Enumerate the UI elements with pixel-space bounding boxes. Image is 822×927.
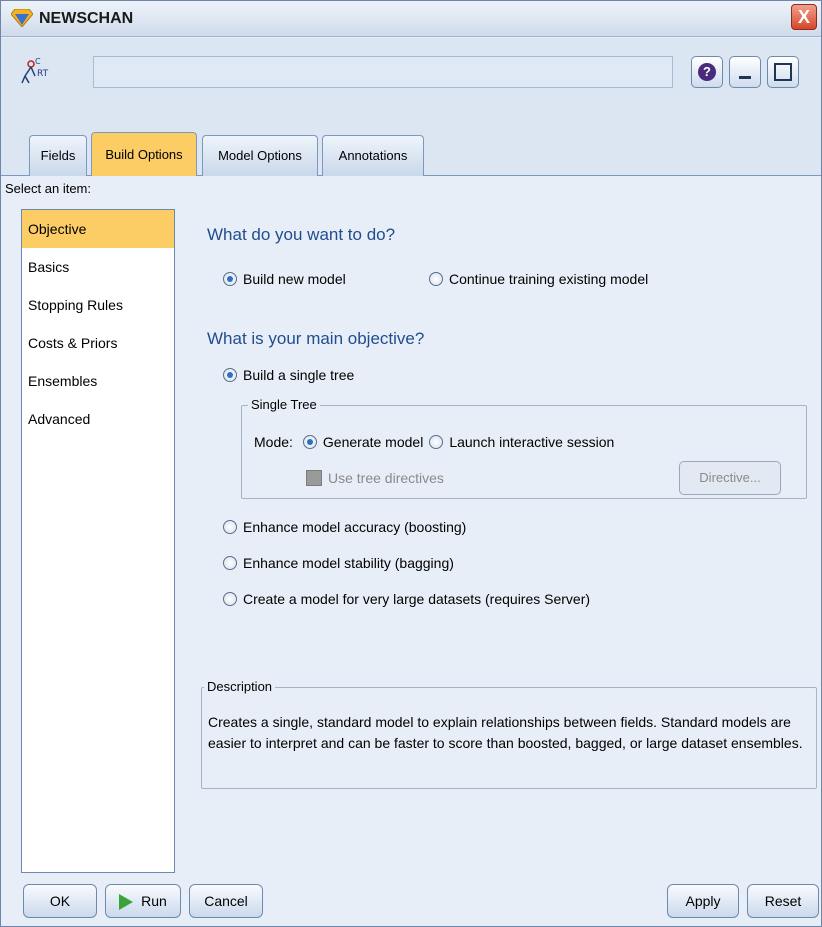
list-item-costs-priors[interactable]: Costs & Priors <box>22 324 174 362</box>
objective-panel: What do you want to do? Build new model … <box>187 209 817 873</box>
list-item-objective[interactable]: Objective <box>22 210 174 248</box>
title-bar: NEWSCHAN X <box>1 1 821 37</box>
mode-label: Mode: <box>254 434 293 450</box>
mode-row: Mode: Generate model Launch interactive … <box>254 434 614 450</box>
node-name-field[interactable] <box>93 56 673 88</box>
radio-launch-interactive[interactable] <box>429 435 444 449</box>
svg-text:RT: RT <box>37 69 49 79</box>
run-button[interactable]: Run <box>105 884 181 918</box>
radio-unselected-icon <box>429 272 443 286</box>
radio-boosting[interactable]: Enhance model accuracy (boosting) <box>223 519 466 535</box>
radio-label: Build a single tree <box>243 367 355 383</box>
apply-button[interactable]: Apply <box>667 884 739 918</box>
minimize-button[interactable] <box>729 56 761 88</box>
window-title: NEWSCHAN <box>39 10 134 27</box>
help-icon: ? <box>698 63 716 81</box>
item-list: Objective Basics Stopping Rules Costs & … <box>21 209 175 873</box>
cart-node-icon: C RT <box>21 57 49 84</box>
minimize-icon <box>739 76 751 79</box>
radio-selected-icon <box>223 368 237 382</box>
directive-button[interactable]: Directive... <box>679 461 781 495</box>
single-tree-group: Single Tree Mode: Generate model Launch … <box>241 397 807 499</box>
radio-build-new-model[interactable]: Build new model <box>223 271 346 287</box>
checkbox-icon <box>306 470 322 486</box>
radio-continue-training[interactable]: Continue training existing model <box>429 271 648 287</box>
node-header: C RT ? <box>1 38 821 130</box>
radio-label: Build new model <box>243 271 346 287</box>
maximize-button[interactable] <box>767 56 799 88</box>
heading-main-objective: What is your main objective? <box>207 329 425 348</box>
description-text: Creates a single, standard model to expl… <box>208 714 803 751</box>
tab-annotations[interactable]: Annotations <box>322 135 424 176</box>
generate-model-label[interactable]: Generate model <box>323 434 423 450</box>
dialog-window: NEWSCHAN X C RT ? Fields Build Options M… <box>0 0 822 927</box>
svg-text:C: C <box>35 57 41 66</box>
list-item-ensembles[interactable]: Ensembles <box>22 362 174 400</box>
ok-button[interactable]: OK <box>23 884 97 918</box>
description-title: Description <box>204 679 276 694</box>
launch-interactive-label[interactable]: Launch interactive session <box>449 434 614 450</box>
app-diamond-icon <box>11 9 33 27</box>
radio-label: Continue training existing model <box>449 271 649 287</box>
radio-label: Enhance model stability (bagging) <box>243 555 454 571</box>
radio-bagging[interactable]: Enhance model stability (bagging) <box>223 555 454 571</box>
close-button[interactable]: X <box>791 4 817 30</box>
radio-large-datasets[interactable]: Create a model for very large datasets (… <box>223 591 590 607</box>
tab-fields[interactable]: Fields <box>29 135 87 176</box>
tab-model-options[interactable]: Model Options <box>202 135 318 176</box>
radio-unselected-icon <box>223 592 237 606</box>
group-title: Single Tree <box>248 397 320 412</box>
run-label: Run <box>141 893 167 909</box>
description-group: Description Creates a single, standard m… <box>201 679 817 789</box>
run-arrow-icon <box>119 894 134 911</box>
use-directives-label: Use tree directives <box>328 470 444 486</box>
list-item-advanced[interactable]: Advanced <box>22 400 174 438</box>
cancel-button[interactable]: Cancel <box>189 884 263 918</box>
select-item-label: Select an item: <box>5 181 91 196</box>
list-item-stopping-rules[interactable]: Stopping Rules <box>22 286 174 324</box>
radio-selected-icon <box>223 272 237 286</box>
reset-button[interactable]: Reset <box>747 884 819 918</box>
radio-unselected-icon <box>223 520 237 534</box>
list-item-basics[interactable]: Basics <box>22 248 174 286</box>
radio-generate-model[interactable] <box>302 435 317 449</box>
maximize-icon <box>774 63 792 81</box>
tab-bar: Fields Build Options Model Options Annot… <box>1 130 821 176</box>
radio-unselected-icon <box>223 556 237 570</box>
radio-label: Enhance model accuracy (boosting) <box>243 519 467 535</box>
help-button[interactable]: ? <box>691 56 723 88</box>
radio-build-single-tree[interactable]: Build a single tree <box>223 367 354 383</box>
heading-what-to-do: What do you want to do? <box>207 225 396 244</box>
tab-build-options[interactable]: Build Options <box>91 132 197 176</box>
radio-label: Create a model for very large datasets (… <box>243 591 591 607</box>
use-tree-directives-checkbox[interactable]: Use tree directives <box>306 470 444 486</box>
